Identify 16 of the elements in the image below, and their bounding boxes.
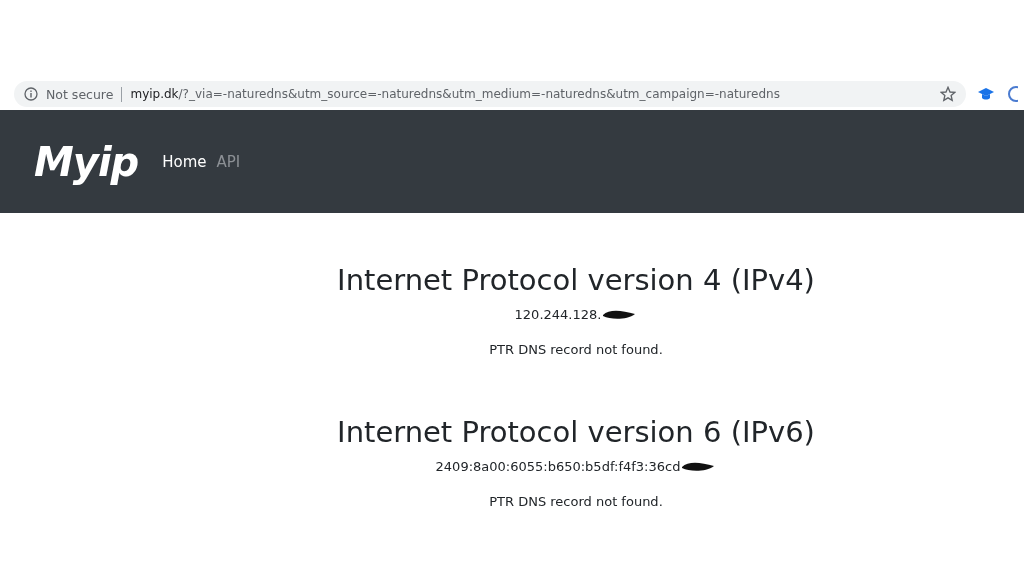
nav-link[interactable]: Home xyxy=(162,152,207,171)
security-label: Not secure xyxy=(46,86,123,102)
extension-icon[interactable] xyxy=(1006,86,1018,102)
section-heading: Internet Protocol version 6 (IPv6) xyxy=(337,415,815,449)
mortarboard-icon[interactable] xyxy=(978,86,994,102)
url-text: myip.dk/?_via=-naturedns&utm_source=-naturedns&utm_medium=-naturedns&utm_campaign=-naturedns xyxy=(130,87,781,101)
ptr-status: PTR DNS record not found. xyxy=(489,494,663,509)
ptr-status: PTR DNS record not found. xyxy=(489,342,663,357)
nav-link[interactable]: API xyxy=(216,152,241,171)
section-heading: Internet Protocol version 4 (IPv4) xyxy=(337,263,815,297)
star-icon[interactable] xyxy=(940,86,956,102)
info-icon xyxy=(24,87,38,101)
ip-address: 2409:8a00:6055:b650:b5df:f4f3:36cd xyxy=(435,459,681,474)
ip-address: 120.244.128. xyxy=(514,307,602,322)
site-logo[interactable]: Myip xyxy=(34,138,139,185)
address-bar[interactable]: Not secure myip.dk/?_via=-naturedns&utm_source=-naturedns&utm_medium=-naturedns&utm_campaign=-naturedns xyxy=(14,81,966,107)
